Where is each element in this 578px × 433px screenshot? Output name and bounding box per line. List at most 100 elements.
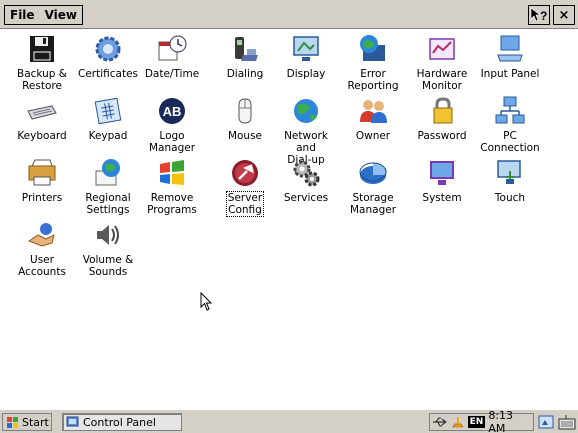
control-panel-item-label: Storage Manager (349, 192, 397, 216)
menu-group: File View (4, 5, 83, 25)
clock[interactable]: 8:13 AM (488, 409, 533, 433)
control-panel-item-touch[interactable]: Touch (478, 157, 542, 204)
control-panel-item-label: Input Panel (480, 68, 540, 80)
desktop-toggle[interactable] (537, 413, 555, 431)
control-panel-item-owner[interactable]: Owner (341, 95, 405, 142)
control-panel-item-label: Server Config (225, 191, 265, 217)
system-monitor-icon (430, 161, 454, 185)
control-panel-item-mouse[interactable]: Mouse (213, 95, 277, 142)
monitor-icon (293, 36, 319, 61)
start-button[interactable]: Start (2, 413, 52, 431)
control-panel-item-date-time[interactable]: Date/Time (140, 33, 204, 80)
control-panel-item-label: Volume & Sounds (82, 254, 134, 278)
control-panel-item-label: Owner (355, 130, 391, 142)
start-label: Start (22, 415, 49, 429)
globe-book-icon (95, 159, 120, 186)
control-panel-icon (66, 416, 79, 427)
server-config-icon (232, 160, 258, 186)
pie-disk-icon (359, 162, 387, 184)
control-panel-item-password[interactable]: Password (410, 95, 474, 142)
control-panel-item-backup-restore[interactable]: Backup & Restore (10, 33, 74, 92)
control-panel-item-certificates[interactable]: Certificates (76, 33, 140, 80)
control-panel-item-label: Services (283, 192, 329, 204)
taskbar-control-panel-label: Control Panel (83, 415, 156, 429)
network-connection-icon[interactable] (451, 415, 465, 429)
svg-text:AB: AB (163, 104, 182, 119)
control-panel-item-hardware-monitor[interactable]: Hardware Monitor (410, 33, 474, 92)
control-panel-item-label: Dialing (226, 68, 264, 80)
control-panel-item-regional-settings[interactable]: Regional Settings (76, 157, 140, 216)
control-panel-grid: Backup & Restore Certificates Date/Time Dia… (0, 29, 578, 409)
chart-card-icon (429, 38, 455, 60)
control-panel-item-error-reporting[interactable]: Error Reporting (341, 33, 405, 92)
control-panel-item-label: Regional Settings (85, 192, 131, 216)
windows-flag-icon (7, 416, 18, 428)
control-panel-item-label: Password (417, 130, 467, 142)
control-panel-item-label: User Accounts (18, 254, 66, 278)
calendar-clock-icon (158, 35, 187, 61)
control-panel-item-label: Date/Time (144, 68, 200, 80)
control-panel-item-label: System (422, 192, 462, 204)
svg-text:?: ? (540, 9, 547, 23)
touch-monitor-icon (497, 160, 521, 184)
control-panel-item-input-panel[interactable]: Input Panel (478, 33, 542, 80)
keyboard-monitor-icon (497, 35, 523, 62)
certificate-gear-icon (95, 36, 121, 62)
help-question-icon: ? (530, 7, 547, 23)
control-panel-item-storage-manager[interactable]: Storage Manager (341, 157, 405, 216)
phone-icon (235, 37, 258, 61)
control-panel-item-label: Printers (21, 192, 63, 204)
menu-view[interactable]: View (40, 6, 82, 24)
floppy-disk-icon (30, 36, 54, 62)
control-panel-item-label: Logo Manager (148, 130, 196, 154)
printer-icon (28, 159, 56, 186)
control-panel-item-label: Remove Programs (147, 192, 197, 216)
menu-bar: File View ? × (0, 0, 578, 29)
control-panel-item-label: Mouse (227, 130, 263, 142)
control-panel-item-label: Touch (494, 192, 526, 204)
keypad-icon (94, 97, 122, 125)
control-panel-item-dialing[interactable]: Dialing (213, 33, 277, 80)
windows-flag-icon (160, 160, 184, 185)
people-icon (360, 100, 387, 123)
control-panel-item-label: Hardware Monitor (416, 68, 468, 92)
control-panel-item-label: Certificates (77, 68, 138, 80)
ab-logo-icon: AB (159, 98, 185, 124)
soft-keyboard-icon (558, 415, 576, 430)
menu-file[interactable]: File (5, 6, 40, 24)
keyboard-icon (27, 105, 57, 120)
control-panel-item-label: Display (286, 68, 326, 80)
taskbar-control-panel[interactable]: Control Panel (62, 413, 182, 431)
control-panel-item-printers[interactable]: Printers (10, 157, 74, 204)
control-panel-item-label: Keypad (88, 130, 128, 142)
control-panel-item-system[interactable]: System (410, 157, 474, 204)
keyboard-toggle[interactable] (558, 413, 576, 431)
control-panel-item-label: PC Connection (480, 130, 540, 154)
control-panel-item-logo-manager[interactable]: AB Logo Manager (140, 95, 204, 154)
control-panel-item-label: Keyboard (17, 130, 67, 142)
network-globe-icon (294, 99, 318, 123)
control-panel-item-services[interactable]: Services (274, 157, 338, 204)
mouse-icon (238, 98, 252, 124)
control-panel-item-display[interactable]: Display (274, 33, 338, 80)
help-button[interactable]: ? (528, 5, 550, 25)
taskbar: Start Control Panel EN 8:13 AM (0, 409, 578, 433)
pc-connection-icon (495, 96, 525, 124)
control-panel-item-keyboard[interactable]: Keyboard (10, 95, 74, 142)
close-button[interactable]: × (553, 5, 575, 25)
control-panel-item-user-accounts[interactable]: User Accounts (10, 219, 74, 278)
control-panel-item-pc-connection[interactable]: PC Connection (478, 95, 542, 154)
usb-icon[interactable] (432, 416, 448, 428)
key-lock-icon (433, 97, 453, 124)
control-panel-item-remove-programs[interactable]: Remove Programs (140, 157, 204, 216)
globe-monitor-icon (360, 35, 385, 61)
show-desktop-icon (538, 415, 554, 429)
control-panel-item-keypad[interactable]: Keypad (76, 95, 140, 142)
input-language-indicator[interactable]: EN (467, 416, 486, 428)
control-panel-item-volume-sounds[interactable]: Volume & Sounds (76, 219, 140, 278)
handshake-icon (27, 223, 55, 247)
control-panel-item-label: Backup & Restore (16, 68, 67, 92)
control-panel-item-server-config[interactable]: Server Config (213, 157, 277, 217)
mouse-pointer-icon (200, 292, 213, 311)
speaker-icon (97, 225, 119, 245)
